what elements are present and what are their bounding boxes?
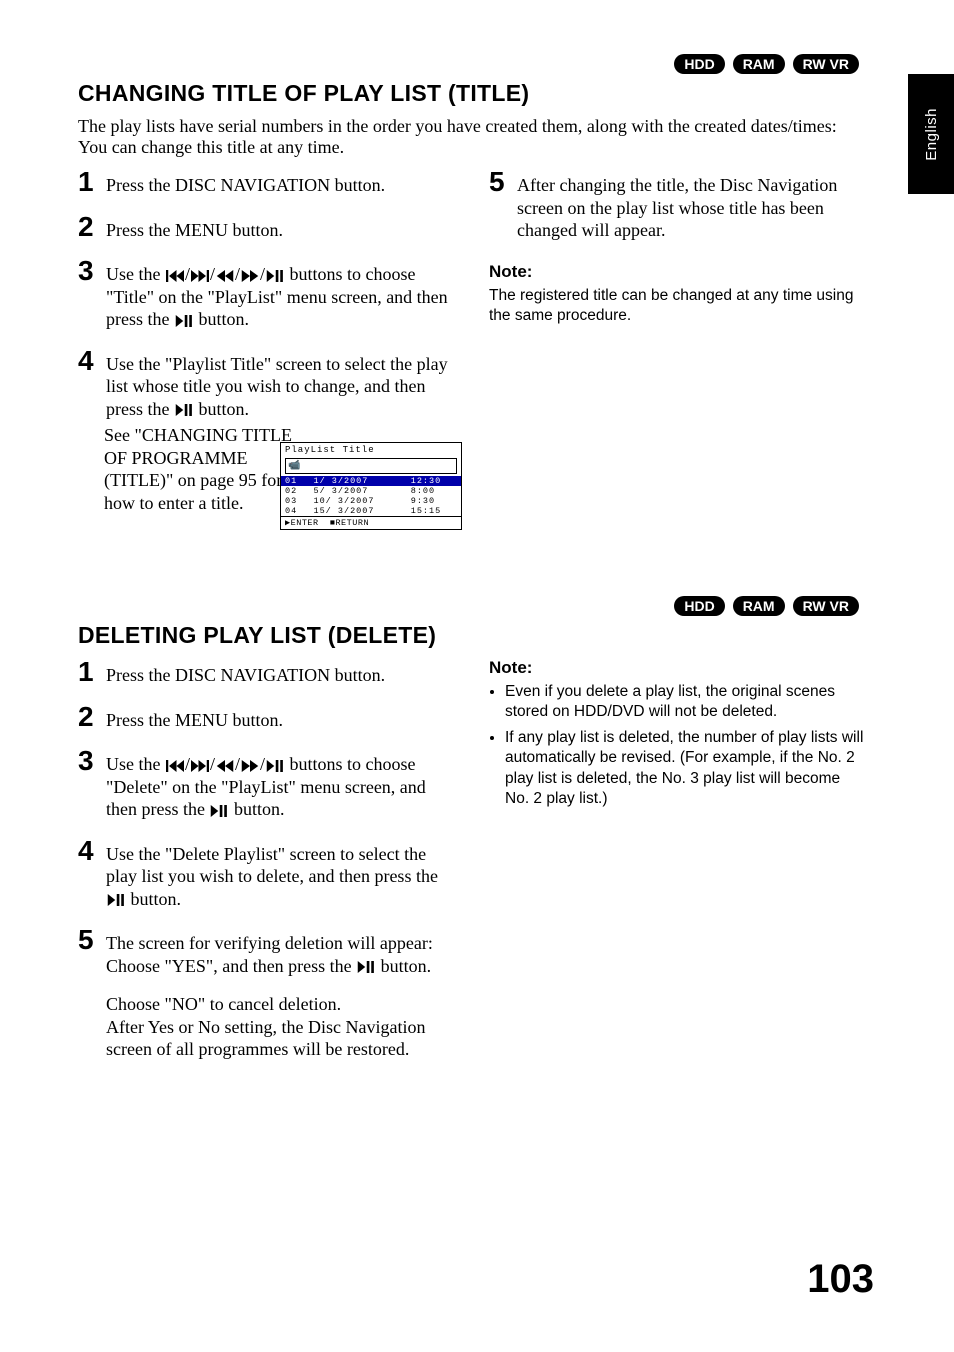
format-badges-2: HDD RAM RW VR bbox=[674, 596, 859, 616]
sec2-extra: Choose "NO" to cancel deletion. After Ye… bbox=[78, 993, 457, 1061]
sec1-left-col: 1 Press the DISC NAVIGATION button. 2 Pr… bbox=[78, 168, 457, 436]
see-reference: See "CHANGING TITLE OF PROGRAMME (TITLE)… bbox=[104, 424, 304, 514]
skip-next-icon bbox=[191, 270, 209, 282]
note-heading: Note: bbox=[489, 262, 868, 282]
step-number: 1 bbox=[78, 168, 106, 197]
skip-next-icon bbox=[191, 760, 209, 772]
play-pause-icon bbox=[210, 805, 228, 817]
play-pause-icon bbox=[266, 760, 284, 772]
sec1-right-col: 5 After changing the title, the Disc Nav… bbox=[489, 168, 868, 436]
sec1-step-1: 1 Press the DISC NAVIGATION button. bbox=[78, 168, 457, 197]
step-text: The screen for verifying deletion will a… bbox=[106, 926, 457, 977]
sec2-step-1: 1 Press the DISC NAVIGATION button. bbox=[78, 658, 457, 687]
step-number: 5 bbox=[78, 926, 106, 977]
step-text: Use the //// buttons to choose "Delete" … bbox=[106, 747, 457, 821]
shot-input-field: 📹 bbox=[285, 458, 457, 474]
table-row: 02 5/ 3/2007 8:00 bbox=[281, 486, 461, 496]
table-row: 0415/ 3/200715:15 bbox=[281, 506, 461, 516]
note-heading: Note: bbox=[489, 658, 868, 678]
section1-intro: The play lists have serial numbers in th… bbox=[78, 116, 868, 158]
sec2-step-3: 3 Use the //// buttons to choose "Delete… bbox=[78, 747, 457, 821]
sec2-step-4: 4 Use the "Delete Playlist" screen to se… bbox=[78, 837, 457, 911]
table-row: 01 1/ 3/200712:30 bbox=[281, 476, 461, 486]
step-number: 3 bbox=[78, 257, 106, 331]
sec1-step-2: 2 Press the MENU button. bbox=[78, 213, 457, 242]
step-number: 3 bbox=[78, 747, 106, 821]
play-pause-icon bbox=[107, 894, 125, 906]
step-text: Use the //// buttons to choose "Title" o… bbox=[106, 257, 457, 331]
sec1-step-3: 3 Use the //// buttons to choose "Title"… bbox=[78, 257, 457, 331]
step-text: After changing the title, the Disc Navig… bbox=[517, 168, 868, 242]
play-pause-icon bbox=[175, 404, 193, 416]
play-pause-icon bbox=[266, 270, 284, 282]
note-body: Even if you delete a play list, the orig… bbox=[489, 682, 868, 809]
badge-rwvr: RW VR bbox=[793, 54, 859, 74]
play-pause-icon bbox=[175, 315, 193, 327]
fast-forward-icon bbox=[241, 760, 259, 772]
shot-title: PlayList Title bbox=[281, 443, 461, 457]
step-text: Press the DISC NAVIGATION button. bbox=[106, 658, 385, 687]
rewind-icon bbox=[216, 760, 234, 772]
step-text: Press the MENU button. bbox=[106, 703, 283, 732]
sec1-step-5: 5 After changing the title, the Disc Nav… bbox=[489, 168, 868, 242]
language-tab: English bbox=[908, 74, 954, 194]
sec2-right-col: Note: Even if you delete a play list, th… bbox=[489, 658, 868, 1061]
step-number: 5 bbox=[489, 168, 517, 242]
sec2-step-2: 2 Press the MENU button. bbox=[78, 703, 457, 732]
step-number: 4 bbox=[78, 837, 106, 911]
format-badges-1: HDD RAM RW VR bbox=[674, 54, 859, 74]
rewind-icon bbox=[216, 270, 234, 282]
skip-prev-icon bbox=[166, 760, 184, 772]
section1-title: CHANGING TITLE OF PLAY LIST (TITLE) bbox=[78, 80, 529, 107]
playlist-title-screenshot: PlayList Title 📹 01 1/ 3/200712:30 02 5/… bbox=[280, 442, 462, 530]
sec1-step-4: 4 Use the "Playlist Title" screen to sel… bbox=[78, 347, 457, 421]
badge-ram: RAM bbox=[733, 54, 785, 74]
badge-hdd: HDD bbox=[674, 54, 724, 74]
sec2-step-5: 5 The screen for verifying deletion will… bbox=[78, 926, 457, 977]
step-number: 2 bbox=[78, 703, 106, 732]
skip-prev-icon bbox=[166, 270, 184, 282]
step-text: Use the "Delete Playlist" screen to sele… bbox=[106, 837, 457, 911]
step-text: Press the MENU button. bbox=[106, 213, 283, 242]
badge-ram: RAM bbox=[733, 596, 785, 616]
step-text: Press the DISC NAVIGATION button. bbox=[106, 168, 385, 197]
step-number: 1 bbox=[78, 658, 106, 687]
fast-forward-icon bbox=[241, 270, 259, 282]
step-number: 4 bbox=[78, 347, 106, 421]
section2-title: DELETING PLAY LIST (DELETE) bbox=[78, 622, 436, 649]
badge-rwvr: RW VR bbox=[793, 596, 859, 616]
step-number: 2 bbox=[78, 213, 106, 242]
sec2-left-col: 1 Press the DISC NAVIGATION button. 2 Pr… bbox=[78, 658, 457, 1061]
camcorder-icon: 📹 bbox=[286, 460, 303, 472]
shot-table: 01 1/ 3/200712:30 02 5/ 3/2007 8:00 0310… bbox=[281, 476, 461, 516]
badge-hdd: HDD bbox=[674, 596, 724, 616]
step-text: Use the "Playlist Title" screen to selec… bbox=[106, 347, 457, 421]
language-label: English bbox=[923, 108, 940, 161]
note-body: The registered title can be changed at a… bbox=[489, 286, 868, 326]
play-pause-icon bbox=[357, 961, 375, 973]
note-item: If any play list is deleted, the number … bbox=[505, 728, 868, 809]
note-item: Even if you delete a play list, the orig… bbox=[505, 682, 868, 722]
table-row: 0310/ 3/2007 9:30 bbox=[281, 496, 461, 506]
page-number: 103 bbox=[807, 1257, 874, 1302]
shot-footer: ▶ENTER ■RETURN bbox=[281, 516, 461, 529]
